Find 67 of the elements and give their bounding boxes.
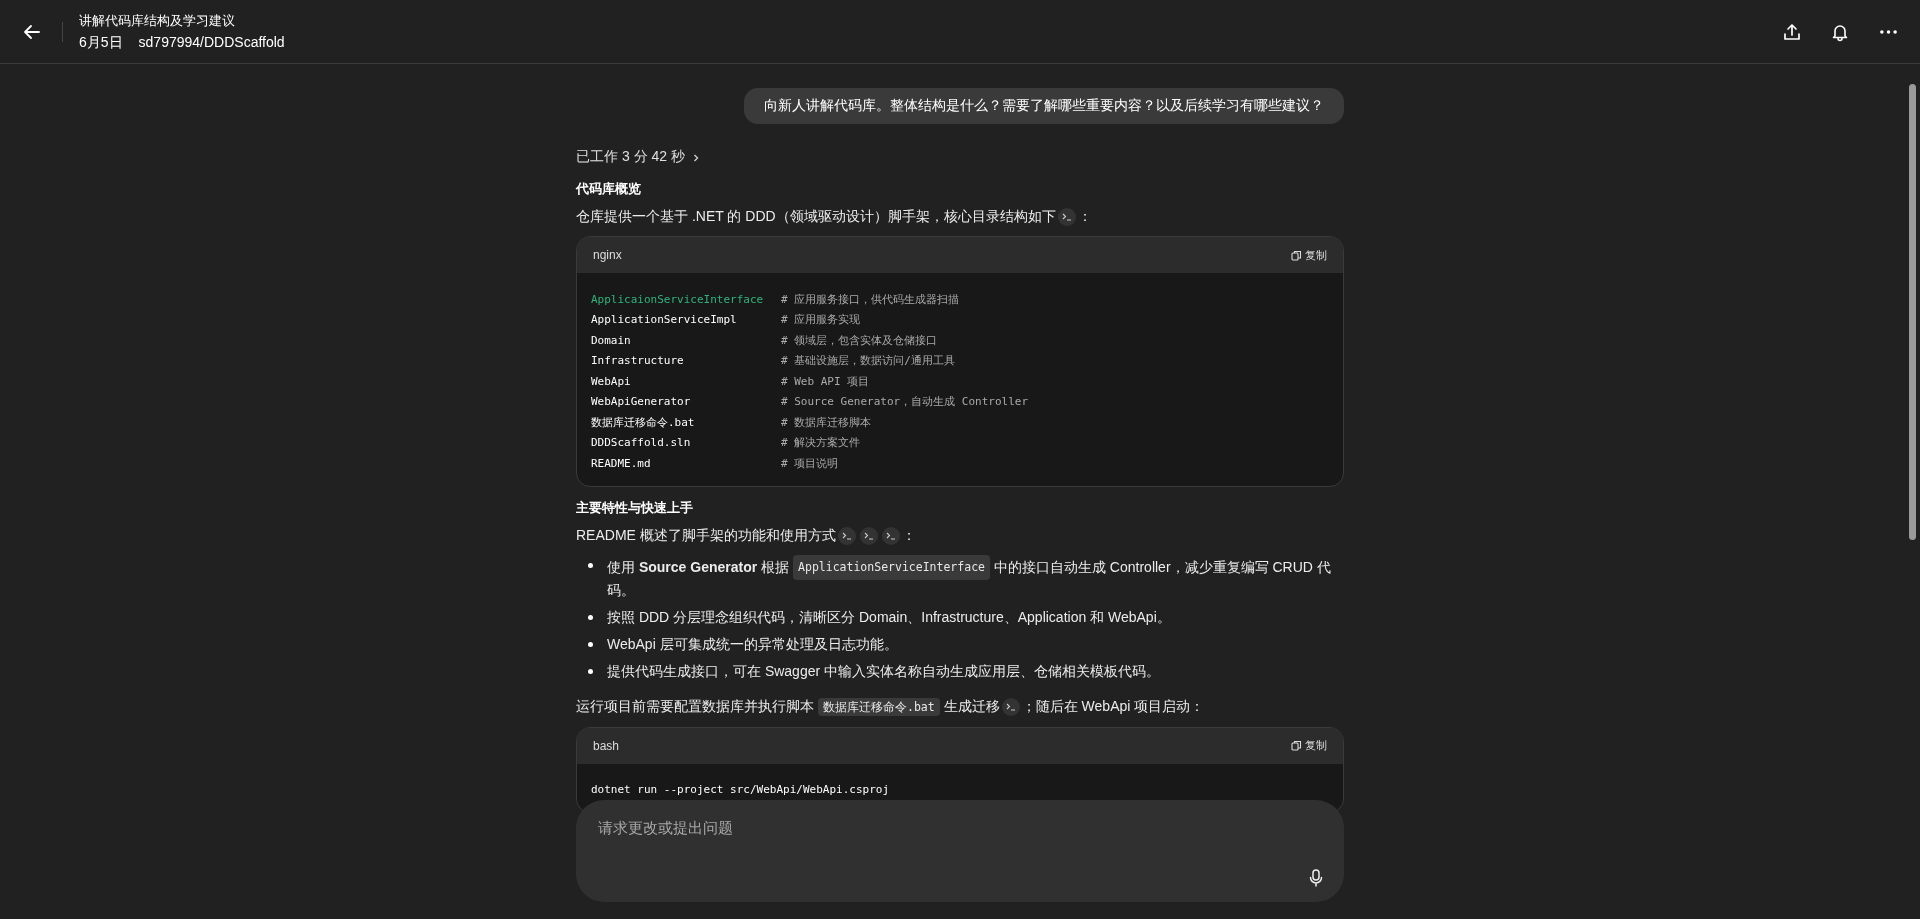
paragraph-text: ：	[901, 526, 916, 543]
code-comment: # 解决方案文件	[781, 435, 861, 451]
list-item-text: 提供代码生成接口，可在 Swagger 中输入实体名称自动生成应用层、仓储相关模板代码。	[607, 661, 1161, 681]
microphone-icon	[1308, 869, 1324, 887]
bullet-icon	[588, 641, 593, 647]
code-text: dotnet run --project src/WebApi/WebApi.csproj	[591, 783, 889, 797]
message-input[interactable]: 请求更改或提出问题	[596, 818, 1200, 837]
scrollbar[interactable]	[1909, 84, 1916, 540]
bullet-icon	[588, 562, 593, 568]
code-text: WebApi	[591, 374, 632, 388]
code-text: Infrastructure	[591, 354, 685, 368]
section-heading: 主要特性与快速上手	[576, 498, 694, 517]
list-item-text: WebApi 层可集成统一的异常处理及日志功能。	[607, 634, 898, 654]
paragraph-text: README 概述了脚手架的功能和使用方式	[576, 526, 836, 543]
list-item-text: 按照 DDD 分层理念组织代码，清晰区分 Domain、Infrastructure、Application 和 WebApi。	[607, 607, 1171, 627]
code-text: Domain	[591, 333, 632, 347]
code-comment: # 项目说明	[781, 455, 839, 471]
copy-button[interactable]: 复制	[1291, 247, 1327, 263]
share-icon	[1782, 21, 1802, 42]
terminal-icon	[1061, 213, 1072, 222]
paragraph-text: ；随后在 WebApi 项目启动：	[1021, 697, 1205, 714]
copy-icon	[1291, 740, 1302, 751]
user-message: 向新人讲解代码库。整体结构是什么？需要了解哪些重要内容？以及后续学习有哪些建议？	[744, 88, 1344, 124]
code-comment: # 数据库迁移脚本	[781, 414, 872, 430]
code-comment: # 应用服务接口，供代码生成器扫描	[781, 291, 960, 307]
code-text: ApplicationServiceImpl	[591, 313, 738, 327]
worked-time-toggle[interactable]: 已工作 3 分 42 秒	[576, 148, 701, 166]
message-composer[interactable]: 请求更改或提出问题	[576, 800, 1344, 902]
code-text: ApplicaionServiceInterface	[591, 292, 765, 306]
more-icon	[1879, 29, 1897, 34]
repo-name: sd797994/DDDScaffold	[138, 33, 285, 52]
copy-icon	[1291, 249, 1302, 261]
code-text: WebApiGenerator	[591, 395, 692, 409]
copy-button[interactable]: 复制	[1291, 738, 1327, 753]
date-label: 6月5日	[79, 33, 123, 52]
code-comment: # 领域层，包含实体及仓储接口	[781, 332, 938, 348]
code-comment: # 基础设施层，数据访问/通用工具	[781, 353, 955, 369]
code-language-label: nginx	[593, 248, 622, 262]
paragraph-text: 仓库提供一个基于 .NET 的 DDD（领域驱动设计）脚手架，核心目录结构如下	[576, 208, 1056, 224]
code-text: DDDScaffold.sln	[591, 436, 692, 450]
citation-button[interactable]	[837, 526, 856, 545]
terminal-icon	[841, 531, 852, 540]
bullet-icon	[588, 668, 593, 674]
citation-button[interactable]	[1057, 208, 1076, 227]
paragraph-text: 生成迁移	[943, 697, 1000, 714]
code-text: 数据库迁移命令.bat	[591, 414, 696, 430]
citation-button[interactable]	[881, 526, 900, 545]
bullet-icon	[588, 614, 593, 620]
code-text: README.md	[591, 456, 652, 470]
code-language-label: bash	[593, 738, 620, 753]
code-comment: # 应用服务实现	[781, 312, 861, 328]
paragraph-text: ：	[1077, 208, 1092, 224]
citation-button[interactable]	[859, 526, 878, 545]
code-comment: # Web API 项目	[781, 373, 870, 389]
citation-button[interactable]	[1001, 697, 1020, 716]
section-heading: 代码库概览	[576, 180, 642, 198]
inline-code: ApplicationServiceInterface	[793, 554, 990, 580]
terminal-icon	[885, 531, 896, 540]
list-item-text: 中的接口自动生成 Controller，减少重复编写 CRUD 代	[994, 557, 1331, 577]
inline-code: 数据库迁移命令.bat	[818, 697, 940, 716]
code-comment: # Source Generator，自动生成 Controller	[781, 394, 1029, 410]
list-item-text: 码。	[607, 580, 635, 600]
list-item-text: 使用 Source Generator 根据	[607, 557, 790, 577]
paragraph-text: 运行项目前需要配置数据库并执行脚本	[576, 697, 814, 714]
conversation-title: 讲解代码库结构及学习建议	[79, 11, 236, 30]
terminal-icon	[1005, 702, 1016, 711]
terminal-icon	[863, 531, 874, 540]
